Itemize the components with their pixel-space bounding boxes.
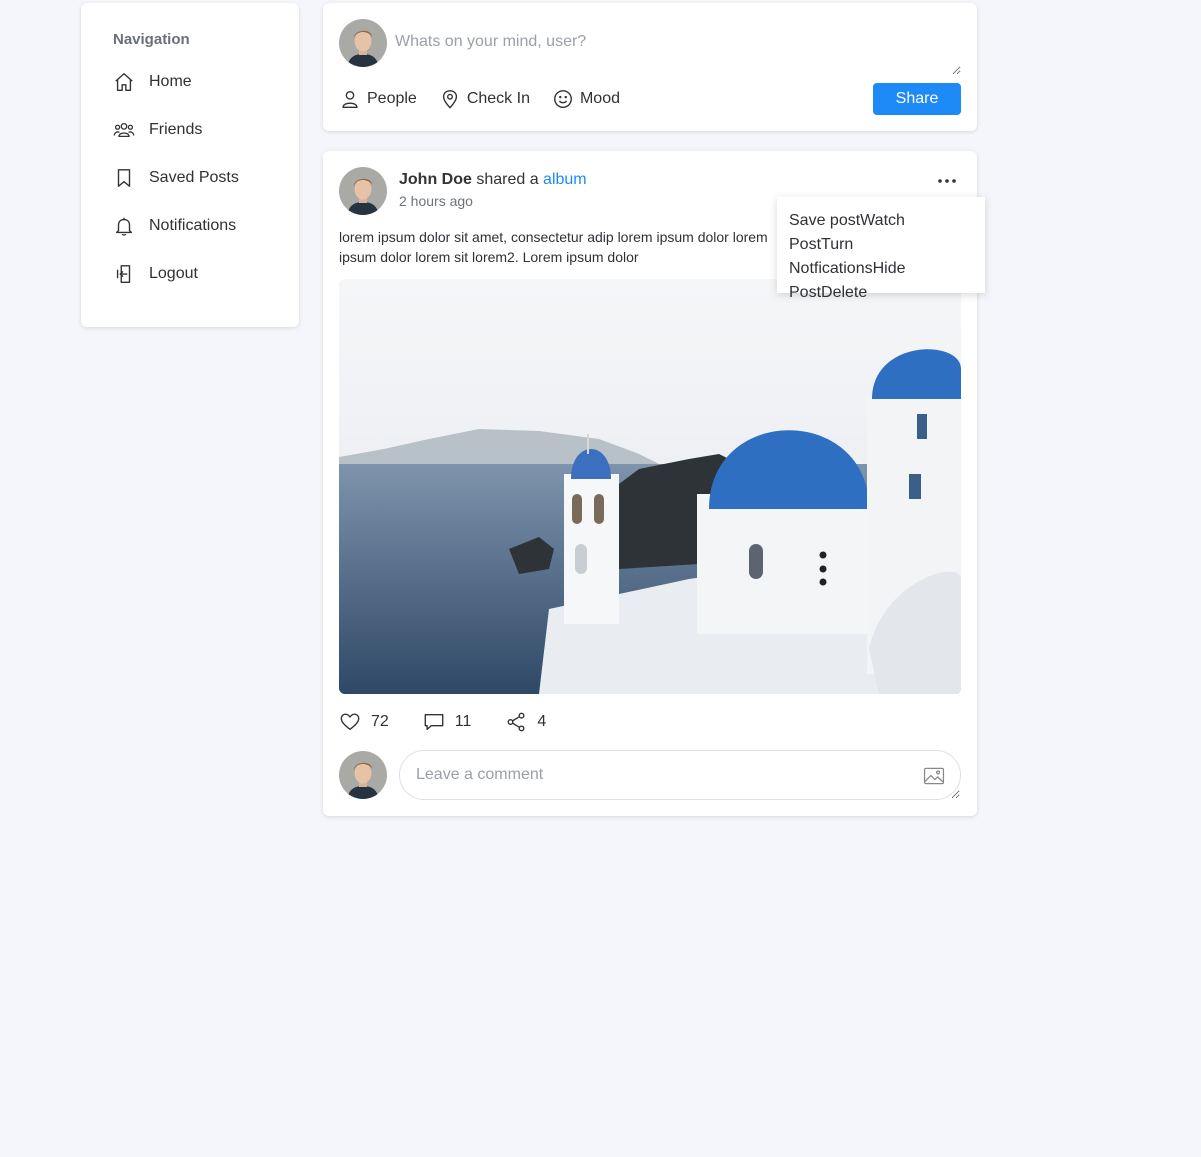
menu-item-save-post[interactable]: Save post [789,212,860,229]
people-label: People [367,90,417,107]
comment-icon [423,711,445,733]
mood-label: Mood [579,90,620,107]
author-avatar[interactable] [339,167,387,215]
navigation-title: Navigation [113,31,190,48]
mood-action[interactable]: Mood [552,88,620,110]
bell-icon [113,215,135,237]
post-timestamp: 2 hours ago [399,193,473,209]
menu-item-delete[interactable]: Delete [821,284,867,301]
post-composer: People Check In Mood Share [323,3,977,131]
check-in-action[interactable]: Check In [439,88,530,110]
bookmark-icon [113,167,135,189]
share-post-button[interactable]: 4 [505,711,546,733]
like-button[interactable]: 72 [339,711,389,733]
sidebar-item-label: Home [149,73,192,90]
comment-box [399,750,961,800]
image-icon[interactable] [922,765,946,787]
people-action[interactable]: People [339,88,417,110]
sidebar-item-label: Notifications [149,217,237,234]
sidebar-item-label: Saved Posts [149,169,239,186]
post-options-menu: Save postWatch PostTurn NotficationsHide… [777,197,985,301]
logout-icon [113,263,135,285]
album-link[interactable]: album [543,171,587,188]
share-button[interactable]: Share [873,83,961,115]
navigation-sidebar: Navigation Home Friends Saved Posts Noti… [81,3,299,327]
heart-icon [339,711,361,733]
post-input[interactable] [395,19,961,75]
post-image[interactable] [339,279,961,694]
comment-input[interactable] [400,751,960,799]
check-in-label: Check In [466,90,530,107]
sidebar-item-saved-posts[interactable]: Saved Posts [113,164,299,192]
friends-icon [113,119,135,141]
sidebar-item-home[interactable]: Home [113,68,299,96]
sidebar-item-friends[interactable]: Friends [113,116,299,144]
post-author[interactable]: John Doe [399,171,472,188]
sidebar-item-logout[interactable]: Logout [113,260,299,288]
more-icon [938,179,956,183]
home-icon [113,71,135,93]
sidebar-item-label: Logout [149,265,198,282]
share-icon [505,711,527,733]
commenter-avatar [339,751,387,799]
post-action-text: shared a [471,171,544,188]
post-text: lorem ipsum dolor sit amet, consectetur … [339,229,768,265]
share-count: 4 [537,713,547,730]
sidebar-item-label: Friends [149,121,203,138]
smiley-icon [552,88,574,110]
more-options-button[interactable] [933,171,961,191]
sidebar-item-notifications[interactable]: Notifications [113,212,299,240]
comment-button[interactable]: 11 [423,711,472,733]
person-icon [339,88,361,110]
location-pin-icon [439,88,461,110]
user-avatar [339,19,387,67]
comment-count: 11 [454,713,472,730]
like-count: 72 [371,713,389,730]
